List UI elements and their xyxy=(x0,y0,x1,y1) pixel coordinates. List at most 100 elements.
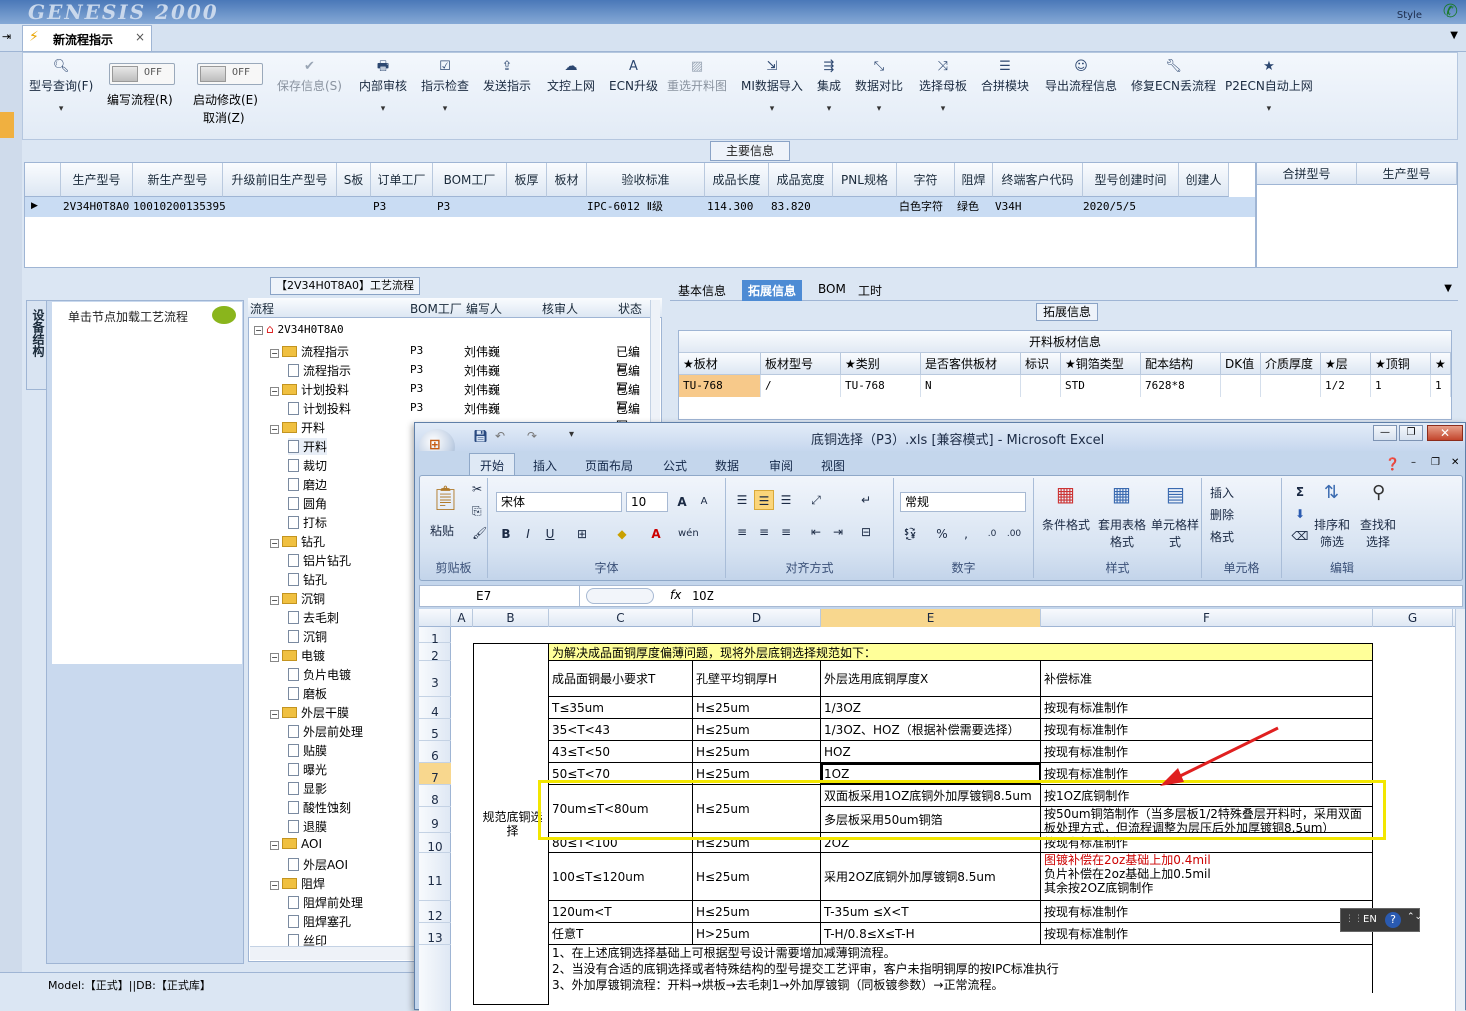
sheet-cell[interactable]: 采用2OZ底铜外加厚镀铜8.5um xyxy=(821,853,1041,901)
collapse-icon[interactable]: − xyxy=(270,425,279,434)
align-middle-icon[interactable]: ☰ xyxy=(754,490,774,510)
comma-icon[interactable]: , xyxy=(956,524,976,544)
grid-header[interactable]: 标识 xyxy=(1021,353,1061,375)
table-cell[interactable]: 1 xyxy=(1371,375,1431,397)
tree-leaf[interactable]: 流程指示 xyxy=(288,362,351,379)
clear-icon[interactable]: ⌫ xyxy=(1290,526,1310,546)
tree-folder[interactable]: − 阻焊 xyxy=(270,875,325,892)
paste-icon[interactable]: 📋︎ xyxy=(430,484,460,512)
grid-header[interactable]: 板材 xyxy=(547,163,587,197)
collapse-icon[interactable]: − xyxy=(270,349,279,358)
collapse-icon[interactable]: − xyxy=(270,881,279,890)
grid-header[interactable]: 订单工厂 xyxy=(371,163,433,197)
grid-header[interactable]: 成品宽度 xyxy=(769,163,833,197)
tree-leaf[interactable]: 负片电镀 xyxy=(288,666,351,683)
tab-basic-info[interactable]: 基本信息 xyxy=(672,280,732,301)
combine-button[interactable]: ☰ 合拼模块 xyxy=(981,57,1029,94)
collapse-icon[interactable]: − xyxy=(270,596,279,605)
sheet-cell[interactable]: H≤25um xyxy=(693,741,821,763)
grid-header[interactable]: ★类别 xyxy=(841,353,921,375)
tree-folder[interactable]: − 沉铜 xyxy=(270,590,325,607)
ime-bar[interactable]: ⋮⋮ EN ? ⌃⌄ xyxy=(1340,908,1422,932)
save-button[interactable]: ✔ 保存信息(S) xyxy=(277,57,342,94)
grid-header[interactable]: 板材型号 xyxy=(761,353,841,375)
tree-folder[interactable]: − 外层干膜 xyxy=(270,704,349,721)
formula-input[interactable]: 1OZ xyxy=(692,589,714,603)
sheet-cell[interactable]: 按现有标准制作 xyxy=(1041,697,1373,719)
table-cell[interactable]: TU-768 xyxy=(679,375,761,397)
format-table-button[interactable]: 套用表格格式 xyxy=(1094,516,1150,550)
flow-col-header[interactable]: BOM工厂 xyxy=(410,300,462,317)
sheet-cell[interactable]: T-35um ≤X<T xyxy=(821,901,1041,923)
table-cell[interactable]: 绿色 xyxy=(955,197,993,217)
tree-row[interactable]: 计划投料P3刘伟巍已编写 xyxy=(250,399,650,433)
maximize-icon[interactable]: ❐ xyxy=(1399,425,1423,441)
sheet-cell[interactable]: 按现有标准制作 xyxy=(1041,923,1373,945)
ribbon-tab-view[interactable]: 视图 xyxy=(821,457,845,474)
grid-header[interactable]: 成品长度 xyxy=(705,163,769,197)
collapse-icon[interactable]: − xyxy=(270,710,279,719)
find-select-button[interactable]: 查找和选择 xyxy=(1358,516,1398,550)
tree-folder[interactable]: − 电镀 xyxy=(270,647,325,664)
table-cell[interactable]: 白色字符 xyxy=(897,197,957,217)
align-center-icon[interactable]: ≡ xyxy=(754,522,774,542)
table-cell[interactable] xyxy=(1221,375,1261,397)
collapse-icon[interactable]: − xyxy=(270,539,279,548)
tree-leaf[interactable]: 裁切 xyxy=(288,457,327,474)
grid-header[interactable]: 字符 xyxy=(897,163,955,197)
sheet-cell[interactable]: H≤25um xyxy=(693,853,821,901)
sheet-cell[interactable]: H≤25um xyxy=(693,719,821,741)
table-cell[interactable]: P3 xyxy=(371,197,411,217)
query-button[interactable]: 🔍︎ 型号查询(F) ▾ xyxy=(29,57,93,114)
tree-row[interactable]: − 计划投料 P3 刘伟巍 已编写 xyxy=(250,380,650,414)
table-cell[interactable]: 10010200135395 xyxy=(131,197,231,217)
paste-button[interactable]: 粘贴 xyxy=(430,522,454,539)
fix-ecn-button[interactable]: 🔧︎ 修复ECN丢流程 xyxy=(1131,57,1216,94)
grid-header[interactable]: 型号创建时间 xyxy=(1083,163,1179,197)
tree-folder[interactable]: − AOI xyxy=(270,837,322,851)
grid-header[interactable]: 合拼型号 xyxy=(1257,163,1357,185)
increase-decimal-icon[interactable]: .0 xyxy=(982,524,1002,544)
table-cell[interactable]: 1 xyxy=(1431,375,1451,397)
fill-color-icon[interactable]: ◆ xyxy=(612,524,632,544)
sheet-cell[interactable]: H>25um xyxy=(693,923,821,945)
format-painter-icon[interactable]: 🖌︎ xyxy=(472,526,487,540)
ecn-upgrade-button[interactable]: A ECN升级 xyxy=(609,57,658,94)
formula-expander[interactable] xyxy=(586,588,654,604)
fx-icon[interactable]: fx xyxy=(670,588,681,602)
language-indicator[interactable]: EN xyxy=(1363,914,1377,925)
edit-flow-toggle[interactable]: OFF xyxy=(109,63,175,85)
table-cell[interactable] xyxy=(1261,375,1321,397)
tree-leaf[interactable]: 开料 xyxy=(288,438,328,455)
table-cell[interactable]: 114.300 xyxy=(705,197,765,217)
export-button[interactable]: ☺ 导出流程信息 xyxy=(1045,57,1117,94)
sheet-cell[interactable]: 任意T xyxy=(549,923,693,945)
tree-leaf[interactable]: 酸性蚀刻 xyxy=(288,799,351,816)
sheet-cell[interactable]: 为解决成品面铜厚度偏薄问题，现将外层底铜选择规范如下： xyxy=(549,643,1373,661)
sheet-cell[interactable]: 补偿标准 xyxy=(1041,661,1373,697)
table-cell[interactable]: STD xyxy=(1061,375,1141,397)
qat-dropdown-icon[interactable]: ▾ xyxy=(569,429,574,440)
tree-row[interactable]: − 流程指示 P3 刘伟巍 已编写 xyxy=(250,342,650,376)
load-hint[interactable]: 单击节点加载工艺流程 xyxy=(68,308,188,325)
publish-button[interactable]: ⇪ 发送指示 xyxy=(483,57,531,94)
sheet-cell[interactable]: 1/3OZ、HOZ（根据补偿需要选择） xyxy=(821,719,1041,741)
ime-menu-icon[interactable]: ⌃⌄ xyxy=(1407,912,1422,922)
ribbon-tab-formulas[interactable]: 公式 xyxy=(663,457,687,474)
choose-mother-button[interactable]: ⤨ 选择母板 ▾ xyxy=(919,57,967,114)
table-cell[interactable]: 1/2 xyxy=(1321,375,1371,397)
conditional-format-button[interactable]: 条件格式 xyxy=(1038,516,1094,533)
grid-header[interactable]: ★顶铜 xyxy=(1371,353,1431,375)
phonetic-icon[interactable]: wén xyxy=(678,524,699,544)
table-cell[interactable]: 7628*8 xyxy=(1141,375,1221,397)
decrease-indent-icon[interactable]: ⇤ xyxy=(806,522,826,542)
workbook-restore-icon[interactable]: ❐ xyxy=(1431,457,1440,468)
table-cell[interactable]: 2V34H0T8A0 xyxy=(61,197,133,217)
delete-cells-button[interactable]: 删除 xyxy=(1210,506,1234,523)
tree-leaf[interactable]: 显影 xyxy=(288,780,327,797)
shrink-font-icon[interactable]: A xyxy=(694,492,714,512)
tree-leaf[interactable]: 钻孔 xyxy=(288,571,327,588)
sheet-cell[interactable]: H≤25um xyxy=(693,901,821,923)
grid-header[interactable]: 创建人 xyxy=(1179,163,1229,197)
tree-leaf[interactable]: 退膜 xyxy=(288,818,327,835)
